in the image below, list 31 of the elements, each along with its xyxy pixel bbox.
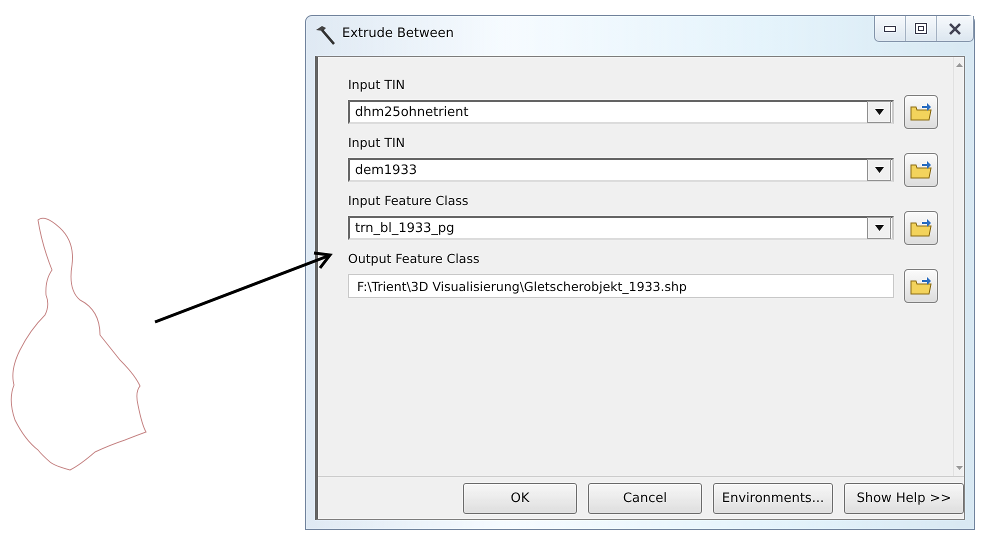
dropdown-button[interactable]: [867, 159, 891, 181]
folder-icon: [910, 276, 932, 296]
dropdown-field[interactable]: trn_bl_1933_pg: [348, 216, 894, 240]
close-icon: [948, 22, 962, 34]
hammer-icon: [314, 24, 336, 46]
browse-button[interactable]: [904, 153, 938, 187]
browse-button[interactable]: [904, 211, 938, 245]
dialog-button[interactable]: OK: [463, 482, 577, 514]
dialog-button[interactable]: Environments...: [713, 482, 833, 514]
maximize-icon: [915, 23, 927, 34]
folder-icon: [910, 218, 932, 238]
field-label: Input Feature Class: [348, 193, 468, 208]
dropdown-field[interactable]: dem1933: [348, 158, 894, 182]
dropdown-field[interactable]: dhm25ohnetrient: [348, 100, 894, 124]
browse-button[interactable]: [904, 269, 938, 303]
browse-button[interactable]: [904, 95, 938, 129]
caret-icon: [874, 167, 884, 173]
field-label: Output Feature Class: [348, 251, 480, 266]
dropdown-button[interactable]: [867, 217, 891, 239]
folder-icon: [910, 102, 932, 122]
window-title: Extrude Between: [342, 26, 455, 41]
field-label: Input TIN: [348, 77, 406, 92]
folder-icon: [910, 160, 932, 180]
dialog-button[interactable]: Show Help >>: [844, 482, 964, 514]
minimize-icon: [884, 26, 896, 32]
caret-icon: [874, 225, 884, 231]
caret-icon: [874, 109, 884, 115]
dialog-button[interactable]: Cancel: [588, 482, 702, 514]
dropdown-button[interactable]: [867, 101, 891, 123]
field-label: Input TIN: [348, 135, 406, 150]
text-field[interactable]: F:\Trient\3D Visualisierung\Gletscherobjekt_1933.shp: [348, 274, 894, 298]
